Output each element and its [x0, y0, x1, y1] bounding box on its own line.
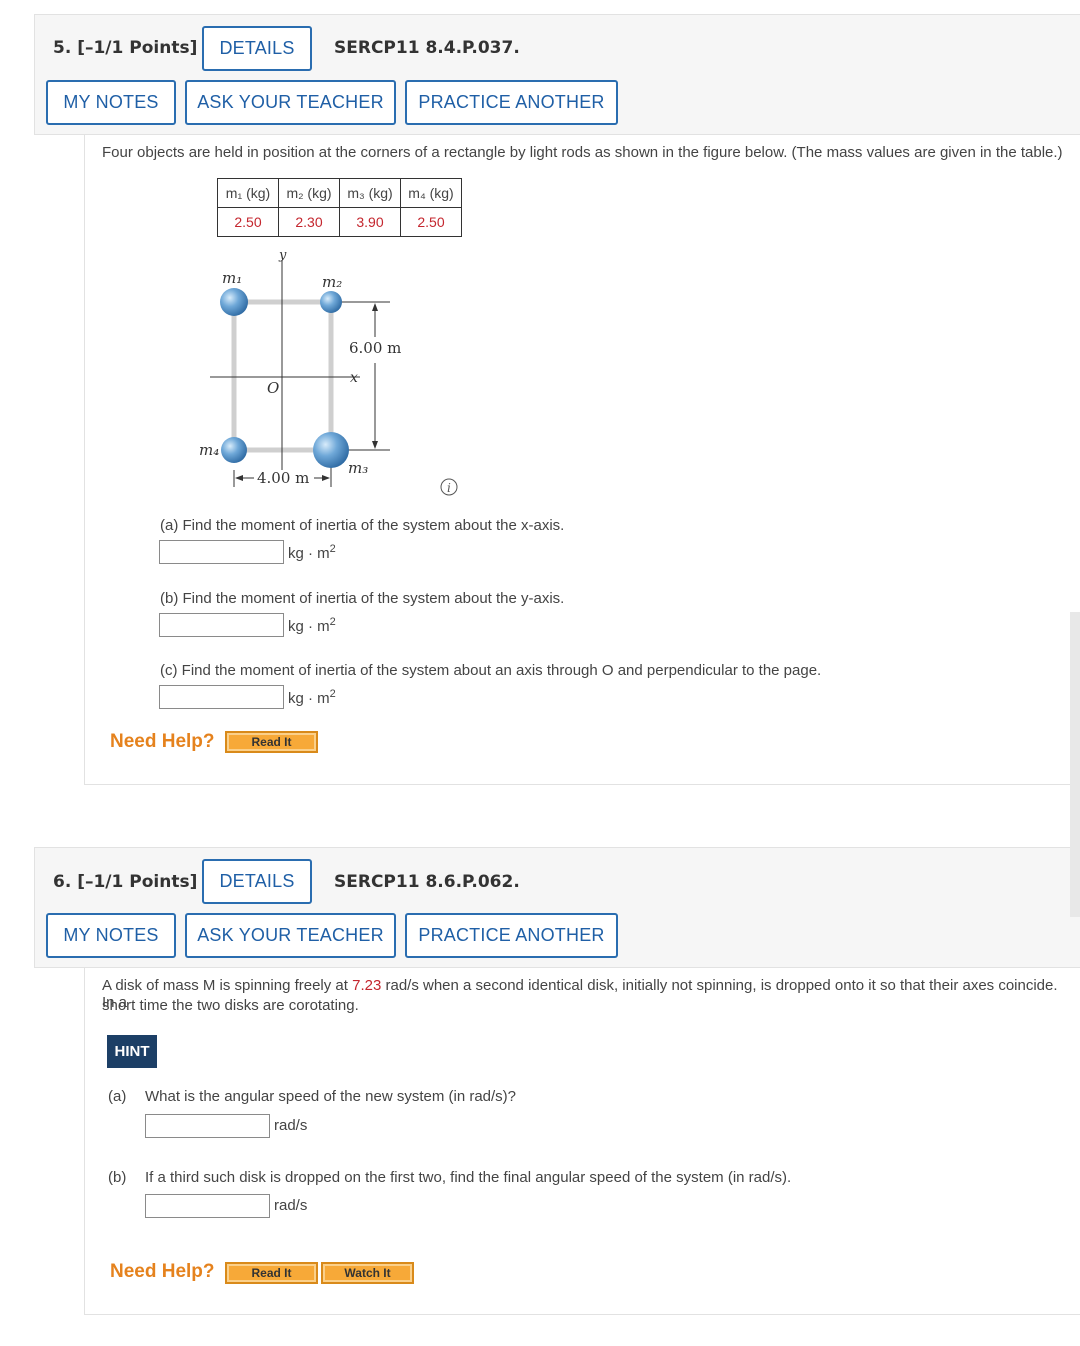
question-intro-continued: short time the two disks are corotating. — [102, 997, 359, 1014]
need-help-label: Need Help? — [110, 731, 215, 752]
table-header: m₄ (kg) — [400, 178, 462, 208]
unit-text: kg · m — [288, 545, 330, 562]
mass-3 — [313, 432, 349, 468]
ask-your-teacher-button[interactable]: ASK YOUR TEACHER — [185, 80, 396, 125]
part-c-unit: kg · m2 — [288, 688, 336, 707]
table-header: m₃ (kg) — [339, 178, 401, 208]
part-a-prompt: What is the angular speed of the new sys… — [145, 1088, 517, 1105]
question-6-header: 6. [–1/1 Points] DETAILS SERCP11 8.6.P.0… — [34, 847, 1080, 968]
details-button[interactable]: DETAILS — [202, 859, 312, 904]
part-a-prompt: (a) Find the moment of inertia of the sy… — [160, 517, 565, 534]
mass-table: m₁ (kg) m₂ (kg) m₃ (kg) m₄ (kg) 2.50 2.3… — [217, 178, 462, 237]
table-cell: 2.50 — [400, 207, 462, 237]
details-button[interactable]: DETAILS — [202, 26, 312, 71]
part-a-answer-input[interactable] — [159, 540, 284, 564]
info-icon[interactable]: i — [440, 478, 458, 496]
svg-text:i: i — [447, 481, 451, 495]
table-cell: 3.90 — [339, 207, 401, 237]
question-code: SERCP11 8.6.P.062. — [334, 872, 520, 892]
rectangle-figure: y m₁ m₂ 6.00 m x O m₄ m₃ 4.00 m — [199, 248, 401, 487]
need-help-label: Need Help? — [110, 1261, 215, 1282]
practice-another-button[interactable]: PRACTICE ANOTHER — [405, 913, 618, 958]
part-b-prompt: If a third such disk is dropped on the f… — [145, 1169, 792, 1186]
label-m3: m₃ — [348, 459, 368, 477]
read-it-button[interactable]: Read It — [225, 1262, 318, 1284]
arrow-head — [322, 475, 330, 481]
unit-text: kg · m — [288, 618, 330, 635]
question-code: SERCP11 8.4.P.037. — [334, 38, 520, 58]
intro-value: 7.23 — [352, 977, 382, 994]
my-notes-button[interactable]: MY NOTES — [46, 80, 176, 125]
unit-exponent: 2 — [329, 543, 336, 555]
mass-1 — [220, 288, 248, 316]
part-a-unit: kg · m2 — [288, 543, 336, 562]
arrow-head — [372, 441, 378, 449]
intro-text: A disk of mass M is spinning freely at — [102, 977, 353, 994]
scrollbar[interactable] — [1070, 612, 1080, 917]
arrow-head — [372, 303, 378, 311]
mass-2 — [320, 291, 342, 313]
part-a-unit: rad/s — [274, 1117, 308, 1134]
table-cell: 2.50 — [217, 207, 279, 237]
label-m4: m₄ — [199, 441, 219, 459]
question-number: 5. [–1/1 Points] — [53, 38, 198, 58]
question-number: 6. [–1/1 Points] — [53, 872, 198, 892]
part-b-unit: kg · m2 — [288, 616, 336, 635]
part-b-label: (b) — [108, 1169, 127, 1186]
part-c-answer-input[interactable] — [159, 685, 284, 709]
width-label: 4.00 m — [257, 469, 309, 487]
practice-another-button[interactable]: PRACTICE ANOTHER — [405, 80, 618, 125]
mass-4 — [221, 437, 247, 463]
arrow-head — [235, 475, 243, 481]
part-a-answer-input[interactable] — [145, 1114, 270, 1138]
part-b-unit: rad/s — [274, 1197, 308, 1214]
question-5-header: 5. [–1/1 Points] DETAILS SERCP11 8.4.P.0… — [34, 14, 1080, 135]
hint-button[interactable]: HINT — [107, 1035, 157, 1068]
my-notes-button[interactable]: MY NOTES — [46, 913, 176, 958]
table-header: m₁ (kg) — [217, 178, 279, 208]
unit-exponent: 2 — [329, 688, 336, 700]
table-cell: 2.30 — [278, 207, 340, 237]
part-b-prompt: (b) Find the moment of inertia of the sy… — [160, 590, 565, 607]
label-m2: m₂ — [322, 273, 342, 291]
ask-your-teacher-button[interactable]: ASK YOUR TEACHER — [185, 913, 396, 958]
part-c-prompt: (c) Find the moment of inertia of the sy… — [160, 662, 822, 679]
part-b-answer-input[interactable] — [145, 1194, 270, 1218]
label-x: x — [350, 370, 358, 386]
height-label: 6.00 m — [349, 339, 401, 357]
label-m1: m₁ — [222, 269, 242, 287]
unit-exponent: 2 — [329, 616, 336, 628]
watch-it-button[interactable]: Watch It — [321, 1262, 414, 1284]
read-it-button[interactable]: Read It — [225, 731, 318, 753]
question-intro: Four objects are held in position at the… — [102, 144, 1063, 161]
label-origin: O — [267, 379, 279, 397]
part-b-answer-input[interactable] — [159, 613, 284, 637]
part-a-label: (a) — [108, 1088, 127, 1105]
label-y: y — [278, 248, 287, 263]
unit-text: kg · m — [288, 690, 330, 707]
table-header: m₂ (kg) — [278, 178, 340, 208]
